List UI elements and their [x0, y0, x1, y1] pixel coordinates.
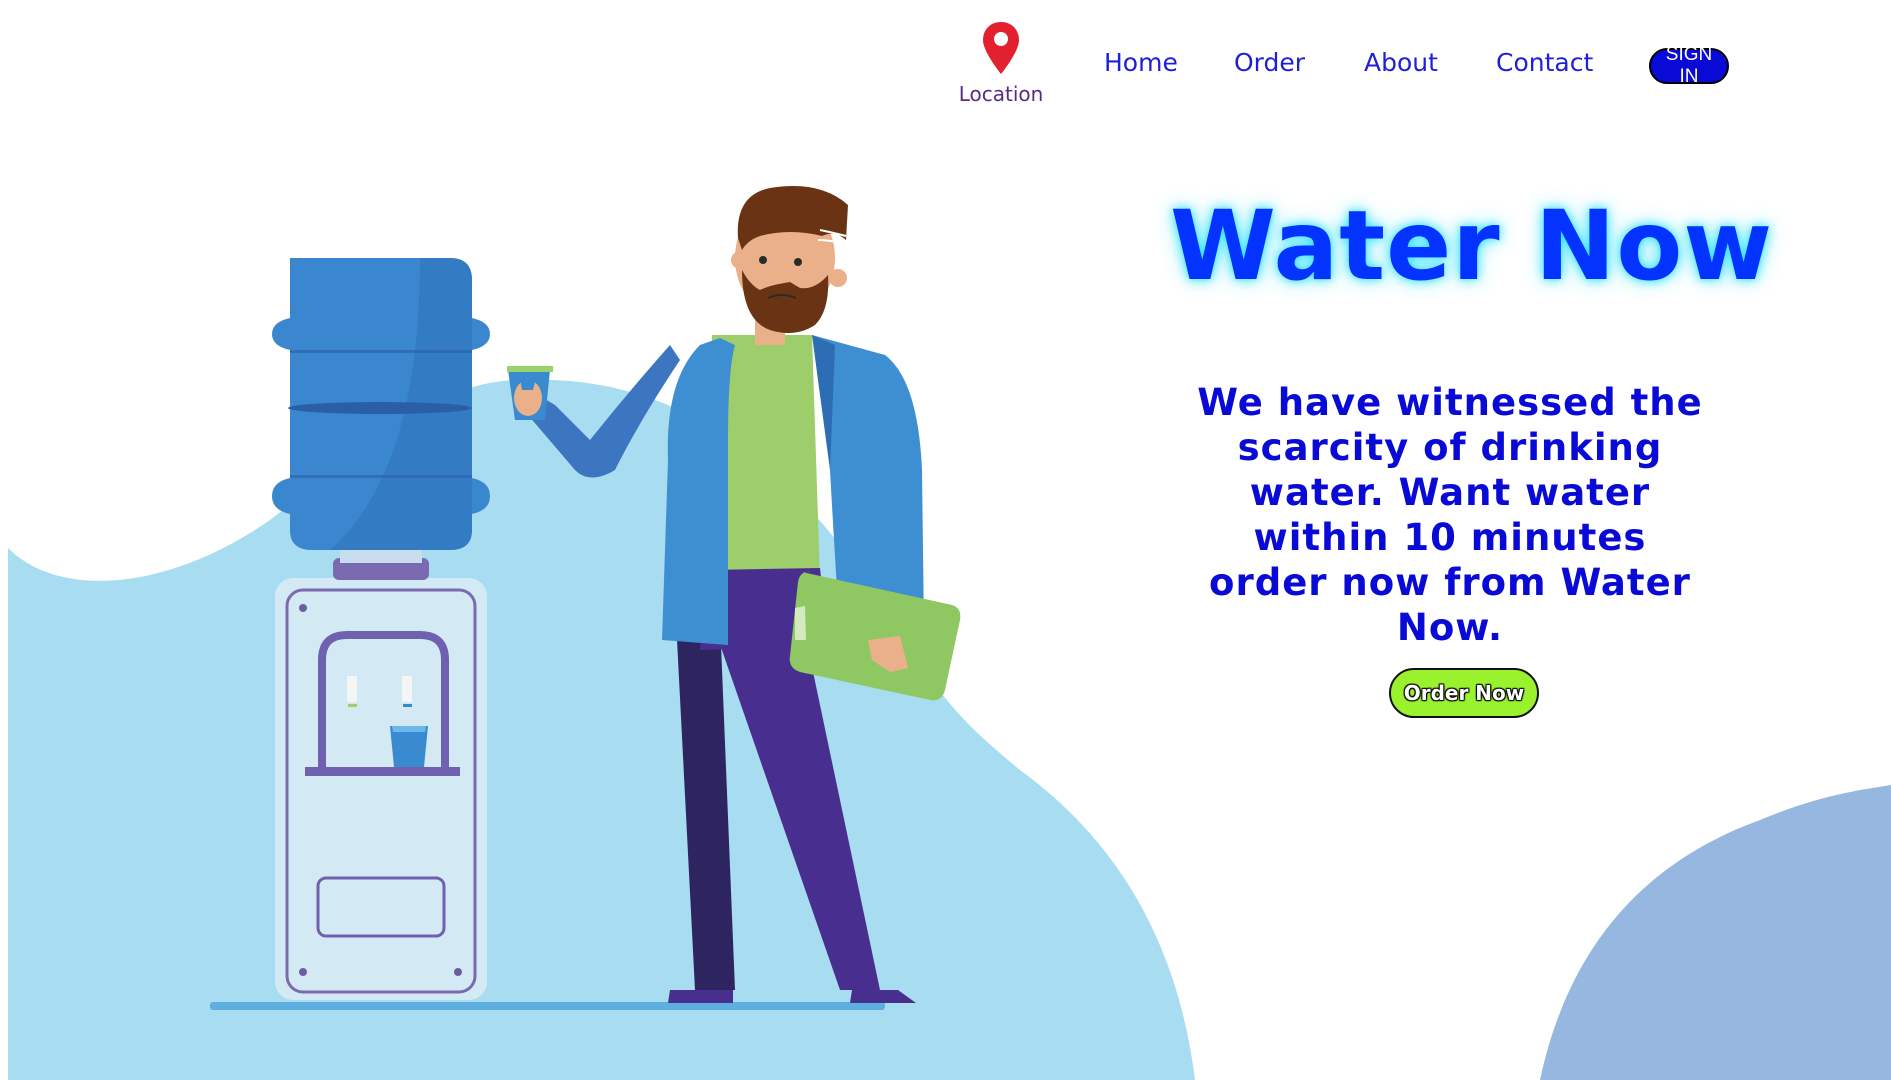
nav-link-order[interactable]: Order: [1234, 48, 1305, 77]
water-cooler-illustration: [272, 258, 490, 1000]
order-now-button[interactable]: Order Now: [1389, 668, 1539, 718]
location-label: Location: [958, 82, 1044, 106]
hero-description: We have witnessed the scarcity of drinki…: [1197, 381, 1703, 649]
nav-link-about[interactable]: About: [1364, 48, 1438, 77]
location-link[interactable]: Location: [950, 20, 1052, 106]
nav-link-home[interactable]: Home: [1104, 48, 1178, 77]
page-title: Water Now: [1170, 190, 1773, 302]
sign-in-button[interactable]: SIGN IN: [1649, 44, 1729, 87]
nav-link-contact[interactable]: Contact: [1496, 48, 1593, 77]
map-pin-icon: [983, 22, 1019, 74]
man-illustration: [507, 186, 961, 1003]
top-navigation: Location Home Order About Contact SIGN I…: [0, 0, 1891, 130]
